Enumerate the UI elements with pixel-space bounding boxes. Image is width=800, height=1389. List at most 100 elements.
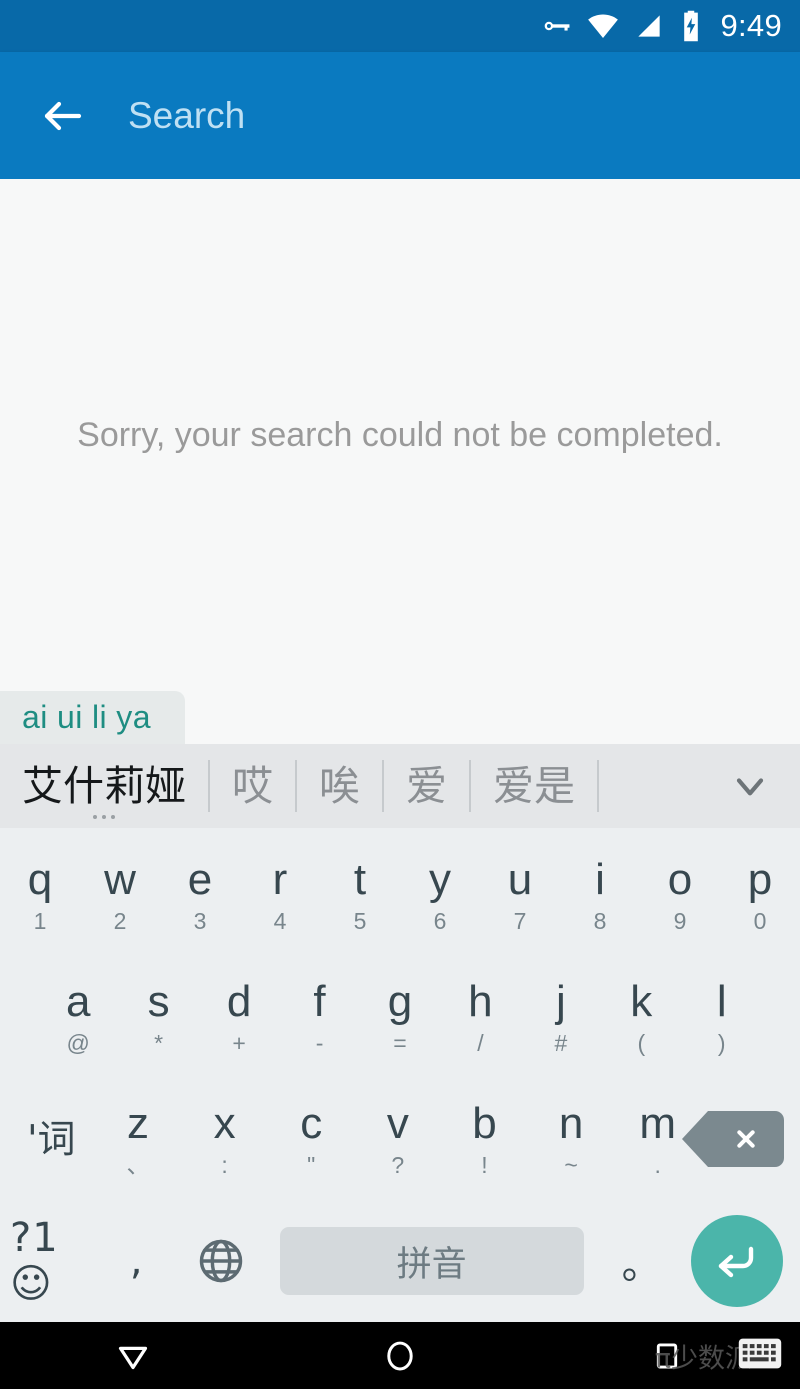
ime-candidate-bar: 艾什莉娅 哎 唉 爱 爱是 xyxy=(0,744,800,828)
key-v[interactable]: v ? xyxy=(355,1078,442,1200)
back-button[interactable] xyxy=(26,79,100,153)
key-sub-label: ) xyxy=(717,1029,726,1056)
key-main-label: o xyxy=(667,854,693,904)
key-sub-label: - xyxy=(315,1029,324,1056)
key-main-label: '词 xyxy=(27,1117,76,1161)
key-enter[interactable] xyxy=(684,1215,790,1307)
candidate-item[interactable]: 唉 xyxy=(297,744,382,828)
key-space[interactable]: 拼音 xyxy=(279,1227,584,1295)
key-n[interactable]: n ~ xyxy=(528,1078,615,1200)
key-sub-label: = xyxy=(393,1029,407,1056)
back-arrow-icon xyxy=(44,101,82,130)
key-sub-label: ? xyxy=(391,1151,405,1178)
key-sub-label: 1 xyxy=(33,907,47,934)
key-sub-label: # xyxy=(554,1029,568,1056)
home-circle-icon xyxy=(387,1341,413,1370)
key-main-label: k xyxy=(630,976,653,1026)
key-u[interactable]: u 7 xyxy=(480,834,560,956)
keyboard-row-1: q 1 w 2 e 3 r 4 t 5 y 6 u 7 i 8 o 9 p 0 xyxy=(0,834,800,956)
key-main-label: c xyxy=(300,1098,323,1148)
key-main-label: h xyxy=(468,976,493,1026)
key-f[interactable]: f - xyxy=(279,956,359,1078)
key-main-label: j xyxy=(555,976,566,1026)
key-comma[interactable]: , xyxy=(95,1200,180,1322)
candidate-expand-button[interactable] xyxy=(700,744,800,828)
candidate-item[interactable]: 哎 xyxy=(210,744,295,828)
key-p[interactable]: p 0 xyxy=(720,834,800,956)
key-sub-label: * xyxy=(154,1029,164,1056)
key-h[interactable]: h / xyxy=(440,956,520,1078)
key-w[interactable]: w 2 xyxy=(80,834,160,956)
key-z[interactable]: z 、 xyxy=(95,1078,182,1200)
key-main-label: l xyxy=(716,976,727,1026)
key-g[interactable]: g = xyxy=(360,956,440,1078)
key-sub-label: " xyxy=(307,1151,316,1178)
key-sub-label: 2 xyxy=(113,907,127,934)
key-b[interactable]: b ! xyxy=(441,1078,528,1200)
enter-return-icon xyxy=(691,1215,784,1307)
search-input[interactable]: Search xyxy=(128,95,245,137)
nav-back-hide-keyboard-button[interactable] xyxy=(0,1333,267,1379)
key-main-label: 。 xyxy=(621,1242,663,1288)
language-globe-icon xyxy=(200,1239,243,1283)
key-x[interactable]: x : xyxy=(181,1078,268,1200)
key-r[interactable]: r 4 xyxy=(240,834,320,956)
key-main-label: , xyxy=(129,1238,144,1284)
key-main-label: d xyxy=(226,976,252,1026)
key-sub-label: 4 xyxy=(273,907,287,934)
key-period[interactable]: 。 xyxy=(600,1200,685,1322)
phone-screen: 9:49 Search Sorry, your search could not… xyxy=(0,0,800,1389)
keyboard-row-2: a @ s * d + f - g = h / j # k (l) xyxy=(0,956,800,1078)
key-i[interactable]: i 8 xyxy=(560,834,640,956)
key-sub-label: 0 xyxy=(753,907,767,934)
key-s[interactable]: s * xyxy=(118,956,198,1078)
key-t[interactable]: t 5 xyxy=(320,834,400,956)
key-o[interactable]: o 9 xyxy=(640,834,720,956)
key-q[interactable]: q 1 xyxy=(0,834,80,956)
key-main-label: b xyxy=(472,1098,497,1148)
key-main-label: x xyxy=(213,1098,236,1148)
key-main-label: a xyxy=(65,976,91,1026)
key-j[interactable]: j # xyxy=(521,956,601,1078)
key-sub-label: @ xyxy=(66,1029,90,1056)
key-d[interactable]: d + xyxy=(199,956,279,1078)
candidate-item[interactable]: 爱是 xyxy=(471,744,597,828)
key-main-label: ?1☺ xyxy=(10,1215,59,1307)
recents-square-icon xyxy=(656,1342,677,1369)
key-e[interactable]: e 3 xyxy=(160,834,240,956)
candidate-text: 爱 xyxy=(406,761,447,810)
ime-composing-popup: ai ui li ya xyxy=(0,691,185,744)
key-k[interactable]: k ( xyxy=(601,956,681,1078)
key-main-label: q xyxy=(27,854,53,904)
chevron-down-icon xyxy=(736,778,764,796)
key-main-label: n xyxy=(558,1098,584,1148)
key-a[interactable]: a @ xyxy=(38,956,118,1078)
key-c[interactable]: c " xyxy=(268,1078,355,1200)
key-main-label: w xyxy=(104,854,136,904)
battery-charging-icon xyxy=(678,9,704,43)
candidate-separator xyxy=(597,760,599,812)
key-sub-label: ~ xyxy=(564,1151,578,1178)
candidate-more-dots-icon xyxy=(93,815,115,819)
keyboard-switch-icon xyxy=(738,1338,782,1368)
candidate-text: 艾什莉娅 xyxy=(22,761,186,810)
key-backspace[interactable] xyxy=(682,1111,792,1167)
key-sub-label: 8 xyxy=(593,907,607,934)
key-sub-label: 3 xyxy=(193,907,207,934)
key-symbols[interactable]: ?1☺ xyxy=(10,1200,95,1322)
nav-keyboard-switch-button[interactable] xyxy=(738,1336,782,1375)
key-l[interactable]: l ) xyxy=(682,956,762,1078)
key-y[interactable]: y 6 xyxy=(400,834,480,956)
key-sub-label: 9 xyxy=(673,907,687,934)
nav-home-button[interactable] xyxy=(267,1335,534,1377)
candidate-item[interactable]: 艾什莉娅 xyxy=(0,744,208,828)
key-word-association[interactable]: '词 xyxy=(8,1078,95,1200)
key-language-switch[interactable] xyxy=(179,1200,264,1322)
candidate-item[interactable]: 爱 xyxy=(384,744,469,828)
wifi-icon xyxy=(586,9,620,43)
key-sub-label: 6 xyxy=(433,907,447,934)
key-main-label: g xyxy=(387,976,413,1026)
key-main-label: f xyxy=(313,976,326,1026)
key-main-label: t xyxy=(353,854,367,904)
key-sub-label: 、 xyxy=(126,1151,150,1178)
